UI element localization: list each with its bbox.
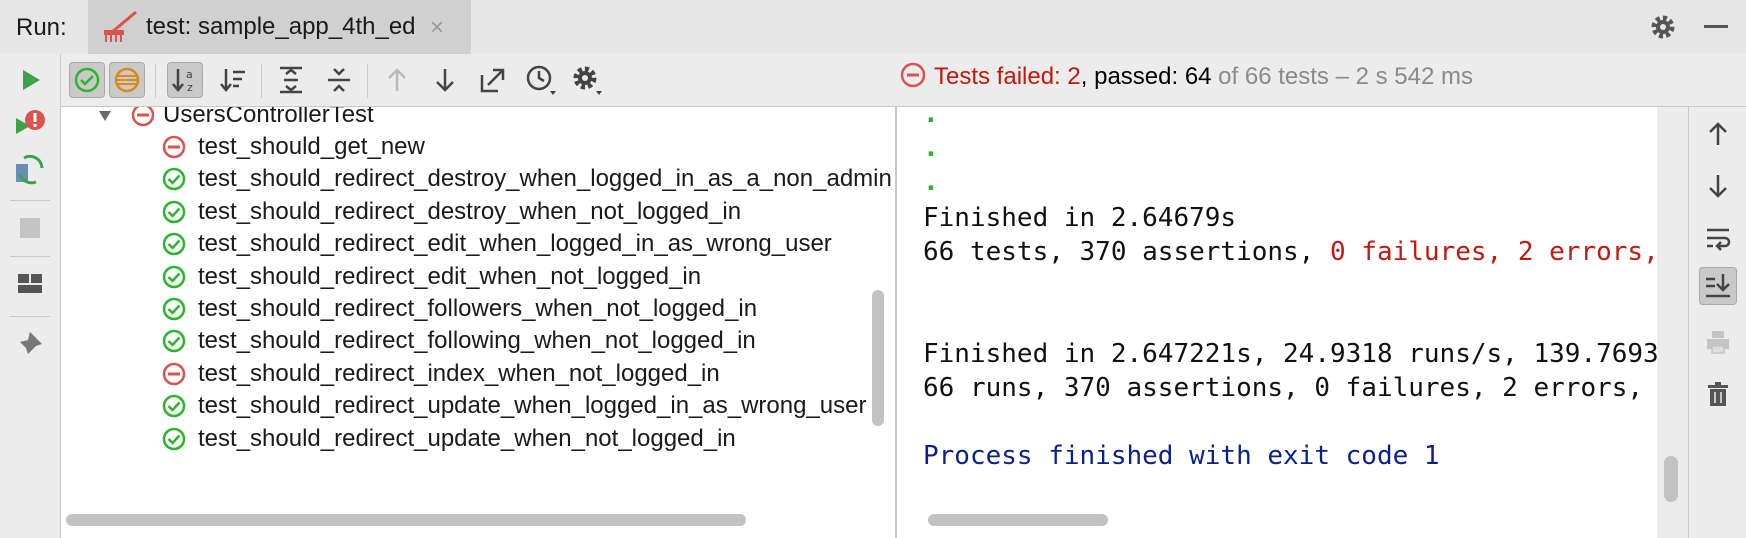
tree-test-label: test_should_redirect_update_when_not_log… xyxy=(198,424,736,452)
soft-wrap-icon xyxy=(1707,228,1731,251)
tree-horizontal-scrollbar[interactable] xyxy=(66,514,746,526)
rerun-failed-icon[interactable] xyxy=(14,108,46,140)
tree-vertical-scrollbar[interactable] xyxy=(872,290,884,426)
arrow-down-icon xyxy=(1709,175,1727,198)
sort-alpha-button[interactable]: a z xyxy=(167,62,203,98)
console-output[interactable]: . . . Finished in 2.64679s 66 tests, 370… xyxy=(897,107,1657,538)
layout-icon[interactable] xyxy=(14,268,46,300)
clear-button[interactable] xyxy=(1699,375,1737,413)
svg-text:a: a xyxy=(186,68,193,81)
failed-icon xyxy=(162,362,186,386)
tree-test-label: test_should_get_new xyxy=(198,133,425,160)
run-label: Run: xyxy=(16,14,67,41)
toggle-auto-test-icon[interactable] xyxy=(14,154,46,186)
expand-all-button[interactable] xyxy=(273,62,309,98)
tree-test-label: test_should_redirect_edit_when_not_logge… xyxy=(198,262,702,290)
passed-icon xyxy=(162,200,186,224)
passed-icon xyxy=(162,232,186,256)
status-sep: , xyxy=(1080,63,1095,90)
collapse-all-button[interactable] xyxy=(321,62,357,98)
show-ignored-icon xyxy=(114,67,140,93)
print-icon xyxy=(1707,331,1729,354)
stop-icon[interactable] xyxy=(14,212,46,244)
history-icon xyxy=(526,65,556,95)
arrow-up-icon xyxy=(388,68,406,91)
tree-test-label: test_should_redirect_destroy_when_not_lo… xyxy=(198,197,742,225)
run-icon[interactable] xyxy=(14,64,46,96)
print-button[interactable] xyxy=(1699,323,1737,361)
show-passed-icon xyxy=(74,67,100,93)
summary-failures: 0 failures, 2 errors, 0 skips xyxy=(1330,237,1657,267)
settings-icon xyxy=(573,66,602,95)
console-toolbar xyxy=(1688,107,1746,538)
summary-line-1: 66 tests, 370 assertions, 0 failures, 2 … xyxy=(923,237,1657,267)
show-passed-button[interactable] xyxy=(69,62,105,98)
tab-close-button[interactable]: × xyxy=(430,14,444,42)
tree-test-label: test_should_redirect_following_when_not_… xyxy=(198,327,756,355)
tree-test-label: test_should_redirect_edit_when_logged_in… xyxy=(198,230,832,258)
tree-test-label: test_should_redirect_update_when_logged_… xyxy=(198,392,867,420)
finished-line-1: Finished in 2.64679s xyxy=(923,203,1237,233)
pin-icon[interactable] xyxy=(14,328,46,360)
tree-test-label: test_should_redirect_followers_when_not_… xyxy=(198,295,758,322)
expand-all-icon xyxy=(280,66,302,94)
tab-title: test: sample_app_4th_ed xyxy=(146,13,416,40)
scroll-to-end-icon xyxy=(1706,274,1730,298)
history-button[interactable] xyxy=(523,62,559,98)
expand-triangle-icon[interactable] xyxy=(97,108,113,124)
failed-count: Tests failed: 2 xyxy=(934,63,1081,90)
export-icon xyxy=(480,68,505,93)
rake-icon xyxy=(104,10,137,42)
left-toolbar xyxy=(0,54,61,538)
progress-dot: . xyxy=(923,107,939,129)
passed-icon xyxy=(162,168,186,191)
passed-icon xyxy=(162,265,186,288)
failed-icon xyxy=(131,107,155,127)
passed-icon xyxy=(162,394,186,418)
failed-icon xyxy=(900,62,926,88)
exit-code-line: Process finished with exit code 1 xyxy=(923,441,1440,471)
sort-duration-button[interactable] xyxy=(215,62,251,98)
tree-test-label: test_should_redirect_destroy_when_logged… xyxy=(198,165,892,193)
sort-alpha-icon: a z xyxy=(172,68,193,94)
test-settings-button[interactable] xyxy=(569,62,605,98)
test-tree[interactable]: UsersControllerTest test_should_get_new te… xyxy=(61,107,895,538)
next-failed-button[interactable] xyxy=(427,62,463,98)
export-button[interactable] xyxy=(475,62,511,98)
scroll-down-button[interactable] xyxy=(1699,167,1737,205)
console-vertical-scrollbar[interactable] xyxy=(1664,456,1678,502)
test-status-summary: Tests failed: 2, passed: 64 of 66 tests … xyxy=(900,62,1473,91)
soft-wrap-button[interactable] xyxy=(1699,219,1737,257)
finished-line-2: Finished in 2.647221s, 24.9318 runs/s, 1… xyxy=(923,339,1657,369)
tree-test-label: test_should_redirect_index_when_not_logg… xyxy=(198,359,720,387)
scroll-to-end-button[interactable] xyxy=(1699,267,1737,305)
passed-icon xyxy=(162,297,186,321)
arrow-down-icon xyxy=(436,69,454,92)
passed-icon xyxy=(162,330,186,353)
passed-count: passed: 64 xyxy=(1094,63,1212,90)
collapse-all-icon xyxy=(328,68,350,92)
scroll-up-button[interactable] xyxy=(1699,115,1737,153)
console-horizontal-scrollbar[interactable] xyxy=(928,514,1108,526)
summary-counts: 66 tests, 370 assertions, xyxy=(923,237,1330,267)
svg-text:z: z xyxy=(187,81,193,94)
prev-failed-button[interactable] xyxy=(379,62,415,98)
sort-duration-icon xyxy=(220,69,245,92)
gear-icon[interactable] xyxy=(1648,12,1678,42)
passed-icon xyxy=(162,427,186,450)
minimize-icon[interactable] xyxy=(1704,25,1728,28)
arrow-up-icon xyxy=(1709,122,1727,145)
trash-icon xyxy=(1708,382,1728,406)
progress-dot: . xyxy=(923,133,939,163)
progress-dot: . xyxy=(923,167,939,197)
show-ignored-button[interactable] xyxy=(109,62,145,98)
failed-icon xyxy=(162,135,186,159)
summary-line-2: 66 runs, 370 assertions, 0 failures, 2 e… xyxy=(923,373,1657,403)
total-and-duration: of 66 tests – 2 s 542 ms xyxy=(1211,63,1473,90)
